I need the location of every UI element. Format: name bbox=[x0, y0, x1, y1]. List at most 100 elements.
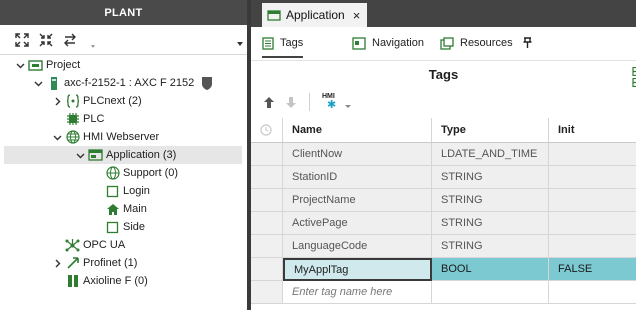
tag-type-cell[interactable]: LDATE_AND_TIME bbox=[432, 143, 549, 166]
chevron-down-icon[interactable] bbox=[33, 78, 43, 88]
tag-init-cell[interactable] bbox=[549, 189, 636, 212]
table-row[interactable]: LanguageCode STRING bbox=[251, 235, 636, 258]
toolbar-separator bbox=[309, 93, 310, 111]
expand-all-icon[interactable] bbox=[13, 31, 31, 49]
chevron-down-icon[interactable] bbox=[52, 132, 62, 142]
tree-item-label: Main bbox=[123, 203, 147, 215]
tab-navigation[interactable]: Navigation bbox=[352, 33, 424, 53]
row-selector[interactable] bbox=[251, 235, 283, 258]
tree-item-plcnext[interactable]: PLCnext (2) bbox=[52, 92, 142, 110]
tree-item-support[interactable]: Support (0) bbox=[105, 164, 178, 182]
axioline-icon bbox=[65, 274, 80, 289]
table-row[interactable]: StationID STRING bbox=[251, 166, 636, 189]
new-tag-name-input[interactable]: Enter tag name here bbox=[283, 281, 432, 304]
navigation-icon bbox=[352, 36, 366, 50]
scroll-down-icon[interactable] bbox=[237, 42, 243, 46]
plant-panel: PLANT Project axc-f-2152-1 : AXC F 2152 … bbox=[0, 0, 247, 310]
move-up-icon[interactable] bbox=[263, 96, 275, 109]
tag-type-cell[interactable]: STRING bbox=[432, 189, 549, 212]
tree-item-label: Support (0) bbox=[123, 167, 179, 179]
collapse-all-icon[interactable] bbox=[37, 31, 55, 49]
sync-arrows-icon[interactable] bbox=[61, 31, 79, 49]
tag-name-cell[interactable]: LanguageCode bbox=[283, 235, 432, 258]
chevron-right-icon[interactable] bbox=[52, 258, 62, 268]
tag-type-cell[interactable]: BOOL bbox=[432, 258, 549, 281]
plc-chip-icon bbox=[65, 112, 80, 127]
new-tag-row[interactable]: Enter tag name here bbox=[251, 281, 636, 304]
edge-marker-icon bbox=[632, 67, 636, 76]
tab-application[interactable]: Application × bbox=[262, 3, 367, 27]
tree-item-opc-ua[interactable]: OPC UA bbox=[65, 236, 125, 254]
tree-item-label: Side bbox=[123, 221, 146, 233]
table-row[interactable]: ActivePage STRING bbox=[251, 212, 636, 235]
filter-icon[interactable] bbox=[259, 124, 274, 136]
plant-toolbar bbox=[0, 25, 247, 55]
tree-item-label: PLCnext (2) bbox=[83, 95, 142, 107]
chevron-down-icon[interactable] bbox=[75, 150, 85, 160]
tree-item-login[interactable]: Login bbox=[105, 182, 150, 200]
tree-item-label: axc-f-2152-1 : AXC F 2152 bbox=[64, 77, 195, 89]
column-header-init[interactable]: Init bbox=[549, 118, 636, 143]
table-row-selected[interactable]: MyApplTag BOOL FALSE bbox=[251, 258, 636, 281]
tree-item-plc[interactable]: PLC bbox=[65, 110, 104, 128]
tree-item-label: Project bbox=[46, 59, 81, 71]
add-tag-icon: ✱ bbox=[327, 99, 337, 111]
column-header-name[interactable]: Name bbox=[283, 118, 432, 143]
tag-name-cell[interactable]: StationID bbox=[283, 166, 432, 189]
chevron-down-icon[interactable] bbox=[15, 60, 25, 70]
grid-title: Tags bbox=[428, 67, 459, 82]
tab-resources[interactable]: Resources bbox=[440, 33, 513, 53]
tag-name-cell[interactable]: ClientNow bbox=[283, 143, 432, 166]
row-selector[interactable] bbox=[251, 281, 283, 304]
row-selector[interactable] bbox=[251, 166, 283, 189]
tree-item-label: HMI Webserver bbox=[83, 131, 160, 143]
profinet-icon bbox=[65, 256, 80, 271]
page-icon bbox=[105, 184, 120, 199]
tag-type-cell[interactable]: STRING bbox=[432, 212, 549, 235]
tree-item-application[interactable]: Application (3) bbox=[4, 146, 242, 164]
table-row[interactable]: ClientNow LDATE_AND_TIME bbox=[251, 143, 636, 166]
row-selector[interactable] bbox=[251, 143, 283, 166]
tree-item-label: Profinet (1) bbox=[83, 257, 138, 269]
tree-item-controller[interactable]: axc-f-2152-1 : AXC F 2152 bbox=[33, 74, 217, 92]
tree-item-main[interactable]: Main bbox=[105, 200, 147, 218]
plcnext-icon bbox=[65, 94, 80, 109]
tag-init-cell[interactable] bbox=[549, 143, 636, 166]
row-selector[interactable] bbox=[251, 212, 283, 235]
tag-type-cell[interactable]: STRING bbox=[432, 235, 549, 258]
tree-item-hmi-webserver[interactable]: HMI Webserver bbox=[52, 128, 159, 146]
row-selector[interactable] bbox=[251, 258, 283, 281]
move-down-icon[interactable] bbox=[285, 96, 297, 109]
document-tab-strip: Application × bbox=[251, 0, 636, 27]
shield-icon bbox=[199, 76, 214, 91]
home-icon bbox=[105, 202, 120, 217]
pin-icon[interactable] bbox=[523, 37, 532, 51]
tag-init-cell[interactable] bbox=[549, 212, 636, 235]
tag-name-cell[interactable]: ProjectName bbox=[283, 189, 432, 212]
tag-init-cell[interactable] bbox=[549, 166, 636, 189]
tree-item-label: Application (3) bbox=[106, 149, 177, 161]
tag-init-cell[interactable]: FALSE bbox=[549, 258, 636, 281]
tree-item-side[interactable]: Side bbox=[105, 218, 145, 236]
tags-icon bbox=[262, 36, 274, 50]
table-row[interactable]: ProjectName STRING bbox=[251, 189, 636, 212]
tag-name-cell[interactable]: MyApplTag bbox=[283, 258, 432, 281]
tree-item-profinet[interactable]: Profinet (1) bbox=[52, 254, 137, 272]
tab-tags[interactable]: Tags bbox=[262, 33, 304, 58]
column-header-type[interactable]: Type bbox=[432, 118, 549, 143]
opcua-icon bbox=[65, 238, 80, 253]
tag-name-cell[interactable]: ActivePage bbox=[283, 212, 432, 235]
hmi-tag-button[interactable]: HMI ✱ bbox=[322, 92, 352, 112]
tree-item-axioline[interactable]: Axioline F (0) bbox=[65, 272, 148, 290]
toolbar-dropdown-icon[interactable] bbox=[91, 45, 95, 48]
tree-item-label: Login bbox=[123, 185, 150, 197]
new-tag-init-cell[interactable] bbox=[549, 281, 636, 304]
tag-type-cell[interactable]: STRING bbox=[432, 166, 549, 189]
tag-init-cell[interactable] bbox=[549, 235, 636, 258]
row-selector[interactable] bbox=[251, 189, 283, 212]
new-tag-type-cell[interactable] bbox=[432, 281, 549, 304]
close-icon[interactable]: × bbox=[353, 8, 361, 23]
tags-editor: Tags HMI ✱ Name Type Init ClientNow LDAT… bbox=[251, 61, 636, 310]
tree-item-project[interactable]: Project bbox=[15, 56, 80, 74]
chevron-right-icon[interactable] bbox=[52, 96, 62, 106]
